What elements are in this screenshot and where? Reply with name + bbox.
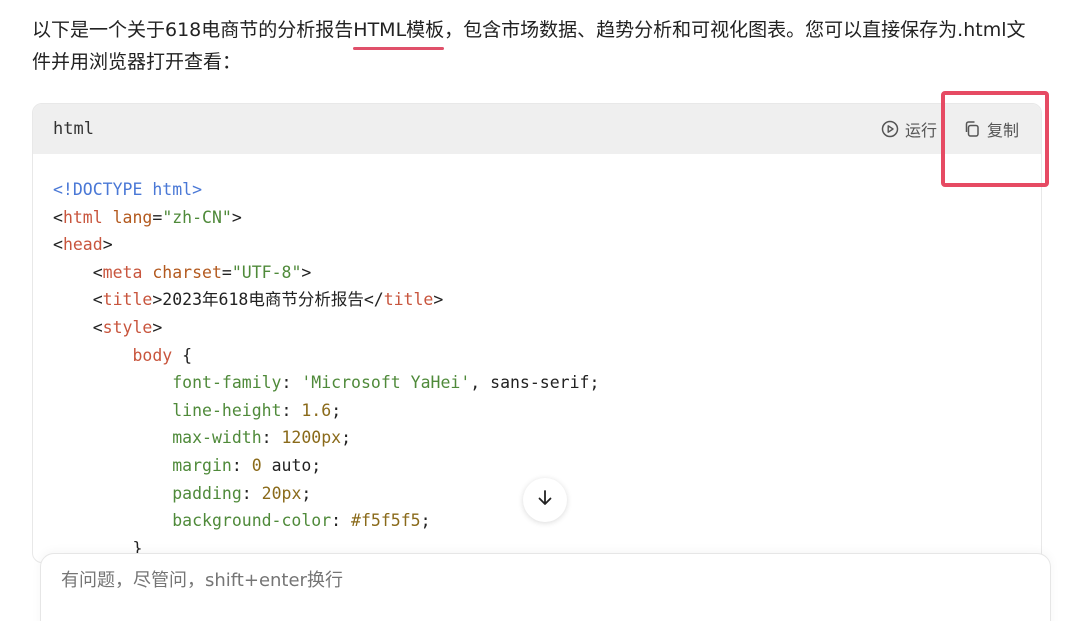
- code-token: ;: [301, 483, 312, 503]
- code-token: ;: [420, 511, 431, 531]
- code-token: >: [231, 207, 242, 227]
- code-token: style: [102, 317, 153, 337]
- code-token: :: [261, 428, 282, 448]
- code-line: margin: 0 auto;: [53, 452, 1041, 480]
- intro-text-before: 以下是一个关于618电商节的分析报告: [32, 19, 354, 41]
- code-token: background-color: [172, 511, 332, 531]
- code-token: html: [62, 207, 103, 227]
- code-token: =: [152, 207, 163, 227]
- code-token: ;: [331, 400, 342, 420]
- intro-link-html-template[interactable]: HTML模板: [353, 14, 445, 50]
- code-line: <meta charset="UTF-8">: [53, 259, 1041, 287]
- code-token: line-height: [172, 400, 282, 420]
- code-line: max-width: 1200px;: [53, 424, 1041, 452]
- code-token: 'Microsoft YaHei': [301, 373, 471, 393]
- copy-icon: [963, 120, 981, 138]
- intro-link-text: HTML模板: [353, 19, 445, 41]
- message-input[interactable]: [61, 570, 961, 591]
- code-token: max-width: [172, 428, 262, 448]
- code-token: auto;: [261, 455, 322, 475]
- code-token: meta: [102, 262, 143, 282]
- code-line: line-height: 1.6;: [53, 397, 1041, 425]
- code-token: >: [301, 262, 312, 282]
- code-line: body {: [53, 342, 1041, 370]
- code-token: :: [331, 511, 352, 531]
- code-header: html 运行 复制: [33, 104, 1041, 154]
- code-line: <title>2023年618电商节分析报告</title>: [53, 286, 1041, 314]
- code-token: =: [221, 262, 232, 282]
- copy-button[interactable]: 复制: [963, 117, 1019, 141]
- play-circle-icon: [881, 120, 899, 138]
- code-token: margin: [172, 455, 232, 475]
- code-token: >2023年618电商节分析报告</: [152, 290, 384, 310]
- code-language: html: [53, 119, 94, 139]
- code-token: :: [241, 483, 262, 503]
- code-token: "zh-CN": [162, 207, 232, 227]
- code-token: 1200px: [281, 428, 342, 448]
- code-token: lang: [112, 207, 153, 227]
- code-token: <!DOCTYPE html>: [53, 180, 203, 199]
- code-token: charset: [152, 262, 222, 282]
- code-token: :: [281, 400, 302, 420]
- run-label: 运行: [904, 121, 937, 140]
- message-composer: [40, 553, 1051, 621]
- code-line: <html lang="zh-CN">: [53, 204, 1041, 232]
- code-token: :: [281, 373, 302, 393]
- code-token: <: [53, 262, 103, 282]
- code-token: ;: [341, 428, 352, 448]
- code-line: font-family: 'Microsoft YaHei', sans-ser…: [53, 369, 1041, 397]
- code-token: >: [152, 317, 163, 337]
- code-token: title: [383, 290, 434, 310]
- copy-label: 复制: [986, 121, 1019, 140]
- code-line: <head>: [53, 231, 1041, 259]
- code-token: <: [53, 317, 103, 337]
- code-token: <: [53, 207, 63, 227]
- code-token: <: [53, 290, 103, 310]
- code-token: padding: [172, 483, 242, 503]
- code-token: 1.6: [301, 400, 332, 420]
- code-token: head: [62, 235, 103, 255]
- code-line: <style>: [53, 314, 1041, 342]
- intro-paragraph: 以下是一个关于618电商节的分析报告HTML模板 ，包含市场数据、趋势分析和可视化…: [32, 14, 1042, 78]
- code-token: 20px: [261, 483, 302, 503]
- code-token: 0: [251, 455, 262, 475]
- code-line: <!DOCTYPE html>: [53, 176, 1041, 204]
- code-token: :: [231, 455, 252, 475]
- code-actions: 运行 复制: [881, 104, 1019, 154]
- code-token: #f5f5f5: [351, 511, 421, 531]
- link-underline: [353, 47, 445, 50]
- code-token: title: [102, 290, 153, 310]
- code-token: body: [132, 345, 173, 365]
- code-token: {: [172, 345, 193, 365]
- code-token: >: [433, 290, 444, 310]
- arrow-down-icon: [535, 488, 555, 512]
- code-token: , sans-serif;: [470, 373, 600, 393]
- code-token: >: [102, 235, 113, 255]
- code-token: font-family: [172, 373, 282, 393]
- code-token: "UTF-8": [231, 262, 302, 282]
- run-button[interactable]: 运行: [881, 117, 937, 141]
- code-token: <: [53, 235, 63, 255]
- scroll-down-button[interactable]: [523, 478, 567, 522]
